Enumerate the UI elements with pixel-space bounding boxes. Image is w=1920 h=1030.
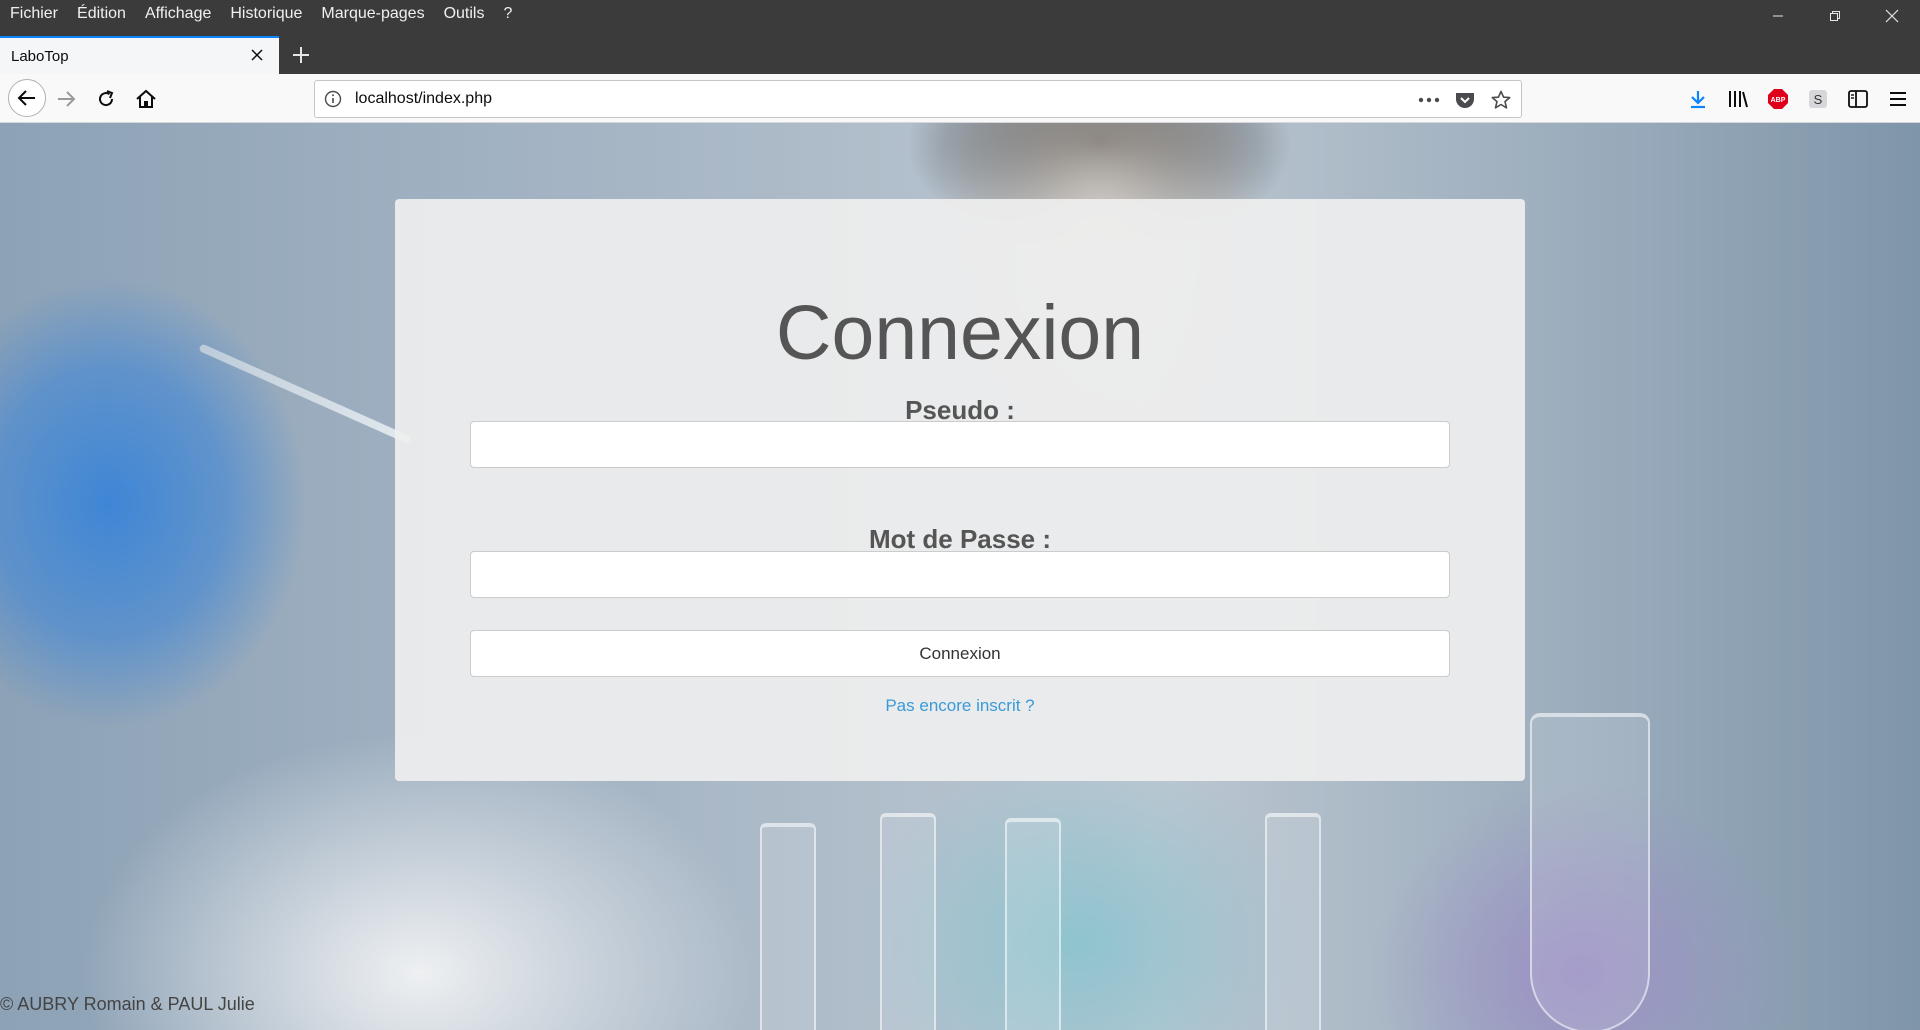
star-icon[interactable]: [1487, 87, 1515, 113]
plus-icon: [293, 47, 309, 63]
menu-historique[interactable]: Historique: [230, 5, 302, 23]
tab-strip: LaboTop: [0, 36, 1920, 74]
sidebar-icon[interactable]: [1842, 83, 1874, 115]
arrow-right-icon: [58, 91, 76, 107]
minimize-button[interactable]: [1749, 0, 1806, 32]
password-input[interactable]: [470, 551, 1450, 598]
background-tube: [1265, 813, 1321, 1030]
background-flask: [1530, 713, 1650, 1030]
menu-outils[interactable]: Outils: [444, 5, 485, 23]
s-extension-icon[interactable]: S: [1802, 83, 1834, 115]
minimize-icon: [1772, 15, 1783, 17]
svg-text:ABP: ABP: [1771, 97, 1786, 104]
submit-button[interactable]: Connexion: [470, 630, 1450, 677]
url-bar[interactable]: localhost/index.php: [314, 80, 1522, 118]
reload-icon: [99, 90, 114, 107]
copyright-text: © AUBRY Romain & PAUL Julie: [0, 994, 255, 1014]
home-icon: [136, 89, 156, 108]
hamburger-menu-icon[interactable]: [1882, 83, 1914, 115]
menu-affichage[interactable]: Affichage: [145, 5, 211, 23]
menu-fichier[interactable]: Fichier: [10, 5, 58, 23]
toolbar-right: ABP S: [1682, 83, 1914, 115]
forward-button[interactable]: [50, 83, 82, 115]
menu-help[interactable]: ?: [503, 5, 512, 23]
login-card: Connexion Pseudo : Mot de Passe : Connex…: [395, 199, 1525, 781]
window-controls: [1749, 0, 1920, 32]
adblock-icon[interactable]: ABP: [1762, 83, 1794, 115]
background-tube: [760, 823, 816, 1030]
home-button[interactable]: [130, 83, 162, 115]
close-icon: [251, 49, 263, 61]
info-icon[interactable]: [324, 90, 342, 113]
new-tab-button[interactable]: [288, 42, 314, 68]
menu-bar: Fichier Édition Affichage Historique Mar…: [0, 0, 1920, 32]
svg-text:S: S: [1814, 92, 1823, 107]
tab-close-button[interactable]: [247, 45, 267, 65]
background-tube: [880, 813, 936, 1030]
close-icon: [1885, 9, 1898, 23]
tab-labotop[interactable]: LaboTop: [0, 36, 279, 74]
close-window-button[interactable]: [1863, 0, 1920, 32]
download-icon[interactable]: [1682, 83, 1714, 115]
url-text: localhost/index.php: [355, 90, 492, 107]
reload-button[interactable]: [90, 83, 122, 115]
pocket-icon[interactable]: [1451, 87, 1479, 113]
menu-edition[interactable]: Édition: [77, 5, 126, 23]
signup-link[interactable]: Pas encore inscrit ?: [395, 696, 1525, 716]
page-content: Connexion Pseudo : Mot de Passe : Connex…: [0, 123, 1920, 1030]
login-title: Connexion: [775, 290, 1145, 376]
navigation-bar: localhost/index.php ABP S: [0, 74, 1920, 123]
url-actions: [1415, 87, 1515, 113]
tab-title: LaboTop: [11, 48, 69, 65]
library-icon[interactable]: [1722, 83, 1754, 115]
restore-button[interactable]: [1806, 0, 1863, 32]
arrow-left-icon: [17, 90, 35, 106]
background-tube: [1005, 818, 1061, 1030]
pseudo-input[interactable]: [470, 421, 1450, 468]
menu-marque-pages[interactable]: Marque-pages: [321, 5, 424, 23]
more-icon[interactable]: [1415, 87, 1443, 113]
restore-icon: [1829, 11, 1840, 21]
background-pipette: [198, 343, 412, 445]
back-button[interactable]: [8, 79, 46, 117]
menu-items: Fichier Édition Affichage Historique Mar…: [10, 5, 512, 23]
